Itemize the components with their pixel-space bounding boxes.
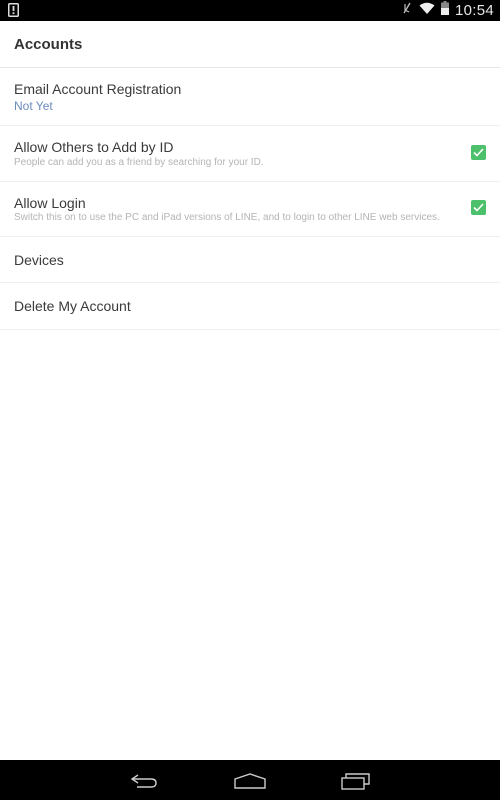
home-icon[interactable]	[232, 770, 268, 792]
item-title: Allow Others to Add by ID	[14, 139, 174, 155]
settings-list: Email Account Registration Not Yet Allow…	[0, 68, 500, 330]
battery-icon	[440, 1, 449, 20]
alert-notification-icon	[8, 3, 19, 22]
clock: 10:54	[454, 2, 494, 19]
mute-icon	[401, 1, 413, 20]
item-description: Switch this on to use the PC and iPad ve…	[14, 212, 440, 223]
checkmark-icon	[473, 203, 484, 212]
wifi-icon	[419, 2, 435, 20]
allow-add-by-id-item[interactable]: Allow Others to Add by ID People can add…	[0, 126, 500, 182]
delete-account-item[interactable]: Delete My Account	[0, 283, 500, 330]
item-title: Allow Login	[14, 195, 86, 211]
allow-add-by-id-checkbox[interactable]	[471, 145, 486, 160]
devices-item[interactable]: Devices	[0, 237, 500, 283]
email-registration-item[interactable]: Email Account Registration Not Yet	[0, 68, 500, 126]
allow-login-item[interactable]: Allow Login Switch this on to use the PC…	[0, 182, 500, 237]
recent-apps-icon[interactable]	[338, 770, 374, 792]
navigation-bar	[0, 760, 500, 800]
item-description: People can add you as a friend by search…	[14, 157, 264, 168]
page-title: Accounts	[14, 36, 83, 53]
back-icon[interactable]	[126, 770, 162, 792]
item-title: Email Account Registration	[14, 81, 182, 97]
allow-login-checkbox[interactable]	[471, 200, 486, 215]
item-status-value: Not Yet	[14, 99, 53, 113]
checkmark-icon	[473, 148, 484, 157]
item-title: Delete My Account	[14, 298, 131, 314]
status-bar: 10:54	[0, 0, 500, 21]
item-title: Devices	[14, 252, 64, 268]
app-header: Accounts	[0, 21, 500, 68]
